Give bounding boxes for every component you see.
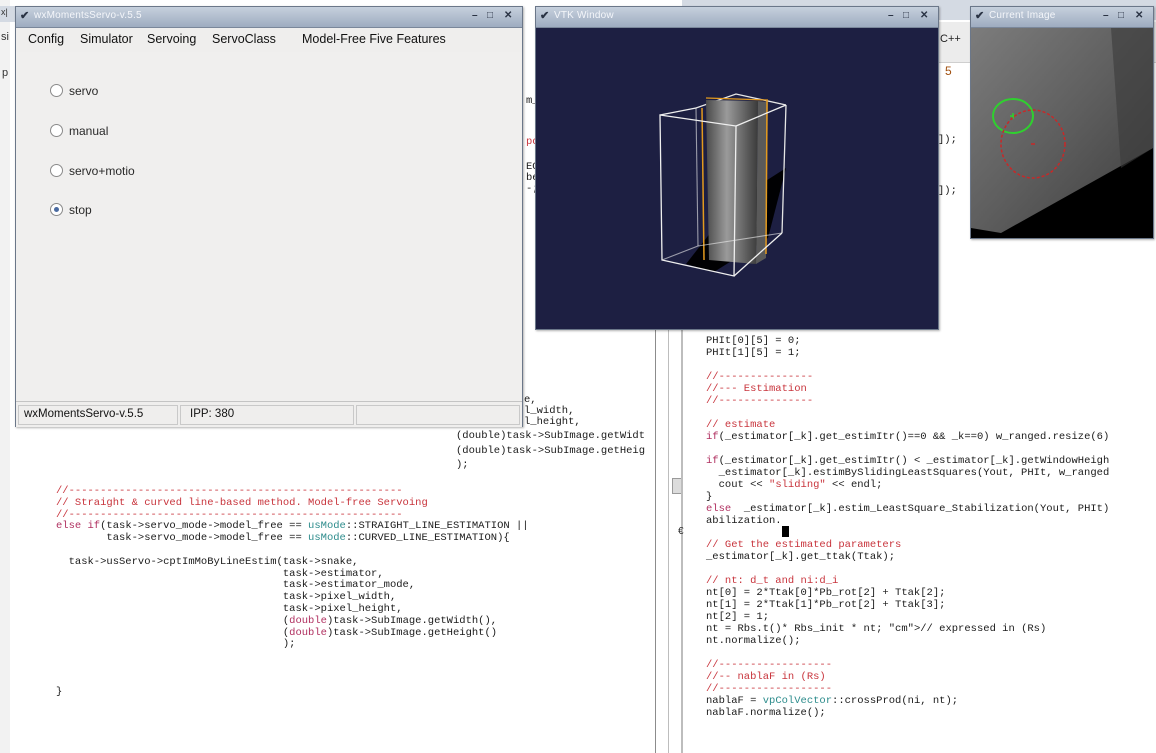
moments-servo-window: ✔ wxMomentsServo-v.5.5 – □ ✕ Config Simu… <box>15 6 523 427</box>
image-window-title: Current Image <box>989 10 1056 21</box>
code-line: cout << "sliding" << endl; <box>706 479 883 491</box>
radio-label: stop <box>69 203 92 217</box>
code-fragment: l_height, <box>524 416 581 428</box>
radio-manual[interactable]: manual <box>50 124 108 138</box>
maximize-button[interactable]: □ <box>1118 10 1124 21</box>
image-title-bar[interactable]: ✔ Current Image – □ ✕ <box>971 7 1153 28</box>
code-fragment: ); <box>456 459 469 471</box>
minimize-button[interactable]: – <box>472 10 478 21</box>
menu-model-free[interactable]: Model-Free Five Features <box>302 32 446 46</box>
maximize-button[interactable]: □ <box>903 10 909 21</box>
code-fragment: (double)task->SubImage.getHeig <box>456 445 646 457</box>
code-line: task->usServo->cptImMoByLineEstim(task->… <box>56 555 359 568</box>
vtk-window-title: VTK Window <box>554 10 614 21</box>
code-fragment: ]); <box>938 134 957 146</box>
minimize-button[interactable]: – <box>888 10 894 21</box>
close-button[interactable]: ✕ <box>1135 10 1143 21</box>
menu-servoing[interactable]: Servoing <box>147 32 196 46</box>
breakpoint-marker: € <box>678 526 684 537</box>
code-line: ); <box>56 638 296 651</box>
moments-window-title: wxMomentsServo-v.5.5 <box>34 10 142 21</box>
radio-label: servo <box>69 84 99 98</box>
minimize-button[interactable]: – <box>1103 10 1109 21</box>
radio-indicator-selected[interactable] <box>50 203 63 216</box>
code-line: nt.normalize(); <box>706 635 801 647</box>
code-line: _estimator[_k].get_ttak(Ttak); <box>706 551 896 563</box>
behind-edge-char: p <box>2 67 9 79</box>
radio-label: manual <box>69 124 109 138</box>
code-line: task->servo_mode->model_free == usMode::… <box>56 532 510 545</box>
menu-config[interactable]: Config <box>28 32 64 46</box>
radio-indicator[interactable] <box>50 164 63 177</box>
moments-title-bar[interactable]: ✔ wxMomentsServo-v.5.5 – □ ✕ <box>16 7 522 28</box>
status-ipp: IPP: 380 <box>190 408 235 420</box>
window-menu-icon[interactable]: ✔ <box>20 9 29 22</box>
code-line: //--------------- <box>706 395 814 407</box>
maximize-button[interactable]: □ <box>487 10 493 21</box>
radio-label: servo+motio <box>69 164 135 178</box>
behind-edge-char: x| <box>1 7 8 17</box>
code-block-right: PHIt[0][5] = 0; PHIt[1][5] = 1; //-------… <box>706 335 1110 720</box>
code-fragment: (double)task->SubImage.getWidt <box>456 430 646 442</box>
behind-edge-char: si <box>1 31 9 43</box>
current-image-window: ✔ Current Image – □ ✕ <box>970 6 1154 239</box>
radio-servo[interactable]: servo <box>50 84 98 98</box>
cpp-toolbar-icon[interactable]: 5 <box>945 64 955 78</box>
editor-splitter[interactable] <box>655 330 669 753</box>
status-bar: wxMomentsServo-v.5.5 IPP: 380 <box>16 401 522 427</box>
vtk-render-view[interactable] <box>536 28 938 329</box>
vtk-window: ✔ VTK Window – □ ✕ <box>535 6 939 330</box>
close-button[interactable]: ✕ <box>920 10 928 21</box>
vtk-3d-volume <box>659 93 787 277</box>
window-menu-icon[interactable]: ✔ <box>975 9 984 22</box>
close-button[interactable]: ✕ <box>504 10 512 21</box>
radio-stop[interactable]: stop <box>50 203 92 217</box>
menu-simulator[interactable]: Simulator <box>80 32 133 46</box>
code-line: PHIt[1][5] = 1; <box>706 347 801 359</box>
status-app-name: wxMomentsServo-v.5.5 <box>24 408 144 420</box>
radio-indicator[interactable] <box>50 84 63 97</box>
code-fragment: ]); <box>938 185 957 197</box>
code-line: } <box>56 685 63 698</box>
code-line: nablaF.normalize(); <box>706 707 826 719</box>
window-menu-icon[interactable]: ✔ <box>540 9 549 22</box>
ultrasound-image[interactable] <box>971 28 1153 238</box>
code-line: if(_estimator[_k].get_estimItr()==0 && _… <box>706 431 1110 443</box>
code-line: abilization. <box>706 515 782 527</box>
text-cursor <box>782 526 789 537</box>
cpp-tab[interactable]: C++ <box>940 33 961 45</box>
vtk-title-bar[interactable]: ✔ VTK Window – □ ✕ <box>536 7 938 28</box>
code-block-left: //--------------------------------------… <box>56 485 529 698</box>
menu-servoclass[interactable]: ServoClass <box>212 32 276 46</box>
radio-servo-motion[interactable]: servo+motio <box>50 164 135 178</box>
menu-bar: Config Simulator Servoing ServoClass Mod… <box>16 28 522 52</box>
radio-indicator[interactable] <box>50 124 63 137</box>
